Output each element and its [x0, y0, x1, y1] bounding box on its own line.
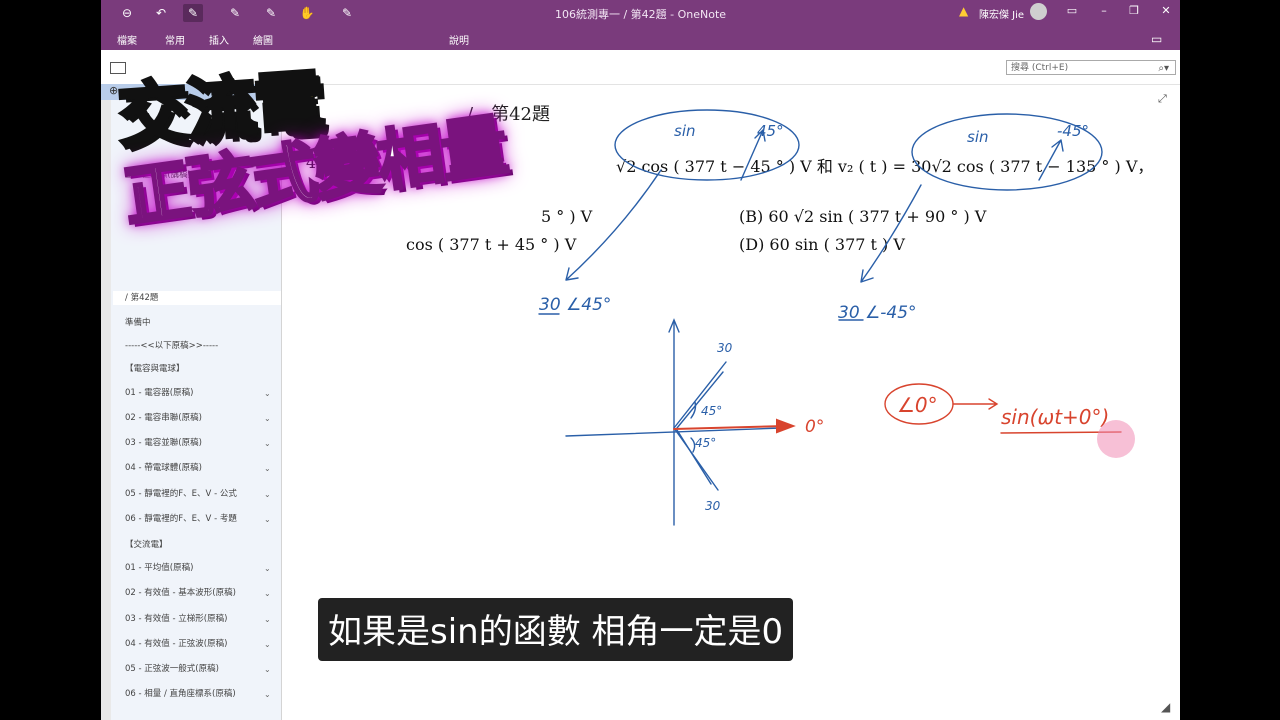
ink-label: 45°: [701, 404, 722, 418]
ink-red-arrow: [952, 398, 999, 410]
ink-phasor-up-2: [676, 371, 724, 429]
ink-arrow-left: [565, 169, 662, 281]
ink-label: 30: [705, 499, 721, 513]
ink-label: sin: [674, 122, 696, 140]
pen-cursor: [1097, 420, 1135, 458]
ink-label: 0°: [805, 417, 824, 437]
ink-label: 45°: [695, 436, 716, 450]
ink-label: 30: [717, 341, 733, 355]
ink-label: 30 ∠45°: [539, 295, 611, 315]
ink-arrow-right: [860, 184, 922, 283]
resize-grip-icon[interactable]: ◢: [1161, 700, 1170, 714]
ink-circle-left: [614, 109, 800, 181]
ink-label: ∠0°: [897, 393, 938, 417]
ink-arrow-sin-right: [1038, 139, 1064, 181]
ink-label: sin(ωt+0°): [1001, 405, 1109, 429]
ink-phasor-up: [673, 361, 727, 429]
caption-subtitle: 如果是sin的函數 相角一定是0: [318, 598, 794, 661]
ink-label: sin: [967, 128, 989, 146]
ink-label: -45°: [1057, 122, 1089, 140]
ink-label: 30 ∠-45°: [838, 303, 917, 323]
ink-red-arrowhead: [776, 418, 796, 434]
ink-label: 45°: [757, 122, 784, 140]
